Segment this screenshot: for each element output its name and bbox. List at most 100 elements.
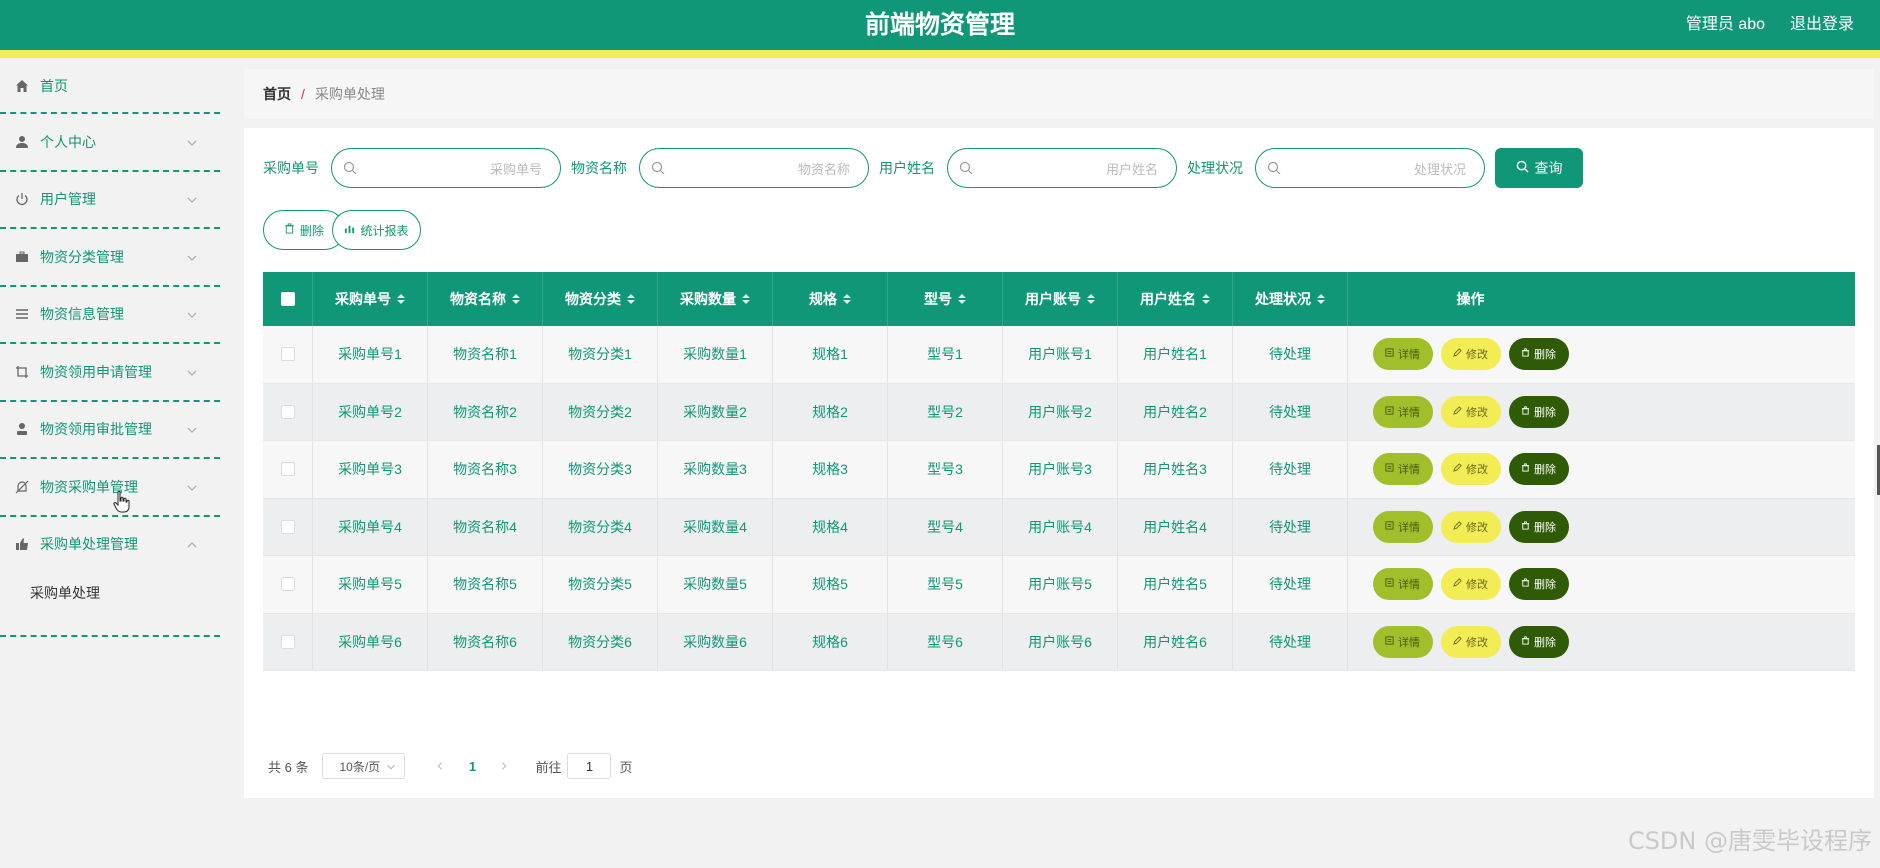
detail-button-label: 详情 [1398,464,1420,477]
sort-icon[interactable] [1202,294,1210,304]
delete-button[interactable]: 删除 [1508,510,1569,543]
document-icon [1385,578,1394,590]
delete-button[interactable]: 删除 [1508,568,1569,601]
column-header[interactable]: 处理状况 [1233,272,1348,326]
detail-button[interactable]: 详情 [1372,338,1433,371]
table-cell: 物资分类6 [543,613,658,670]
row-checkbox[interactable] [280,462,295,477]
sidebar-item-personal-center[interactable]: 个人中心 [0,114,220,172]
order-no-field[interactable] [362,155,542,183]
search-input-user-name[interactable] [947,148,1177,188]
edit-button[interactable]: 修改 [1440,338,1501,371]
chevron-down-icon [186,251,198,263]
purchase-order-table: 采购单号 物资名称 物资分类 采购数量 规格 型号 用户账号 用户姓名 处理状况 操作 采购单号1… [263,272,1855,671]
row-checkbox[interactable] [280,404,295,419]
table-cell: 采购数量3 [658,441,773,498]
sidebar-item-home[interactable]: 首页 [0,58,220,114]
page-number-current[interactable]: 1 [455,759,489,774]
detail-button[interactable]: 详情 [1372,453,1433,486]
detail-button[interactable]: 详情 [1372,510,1433,543]
thumb-up-icon [14,536,30,552]
table-cell: 采购单号4 [313,498,428,555]
search-input-status[interactable] [1255,148,1485,188]
table-row: 采购单号4 物资名称4 物资分类4 采购数量4 规格4 型号4 用户账号4 用户姓名4 待处理详… [263,498,1855,556]
detail-button[interactable]: 详情 [1372,625,1433,658]
hand-cursor-icon [112,490,132,514]
sort-icon[interactable] [958,294,966,304]
column-header-label: 物资名称 [450,291,506,307]
edit-button[interactable]: 修改 [1440,395,1501,428]
submenu-item-purchase-processing[interactable]: 采购单处理 [30,583,100,603]
sidebar-item-category-management[interactable]: 物资分类管理 [0,229,220,287]
table-cell: 物资名称2 [428,383,543,440]
delete-button[interactable]: 删除 [1508,453,1569,486]
sidebar-item-purchase-order[interactable]: 物资采购单管理 [0,459,220,517]
row-checkbox[interactable] [280,577,295,592]
row-checkbox[interactable] [280,347,295,362]
material-name-field[interactable] [670,155,850,183]
detail-button[interactable]: 详情 [1372,395,1433,428]
column-header[interactable]: 用户姓名 [1118,272,1233,326]
chevron-down-icon [386,761,396,771]
search-icon [651,161,665,175]
edit-button[interactable]: 修改 [1440,568,1501,601]
column-header[interactable]: 采购单号 [313,272,428,326]
search-input-material-name[interactable] [639,148,869,188]
sort-icon[interactable] [843,294,851,304]
detail-button-label: 详情 [1398,349,1420,362]
delete-button[interactable]: 删除 [1508,338,1569,371]
edit-button-label: 修改 [1466,406,1488,419]
status-field[interactable] [1286,155,1466,183]
table-cell: 用户账号3 [1003,441,1118,498]
column-header[interactable]: 物资名称 [428,272,543,326]
edit-button[interactable]: 修改 [1440,510,1501,543]
delete-button[interactable]: 删除 [1508,395,1569,428]
logout-link[interactable]: 退出登录 [1790,0,1854,50]
search-icon [343,161,357,175]
column-header[interactable]: 采购数量 [658,272,773,326]
table-cell: 物资名称3 [428,441,543,498]
sort-icon[interactable] [1317,294,1325,304]
sort-icon[interactable] [627,294,635,304]
table-cell: 规格4 [773,498,888,555]
search-input-order-no[interactable] [331,148,561,188]
table-cell: 规格6 [773,613,888,670]
sort-icon[interactable] [397,294,405,304]
statistics-report-button[interactable]: 统计报表 [332,210,421,250]
select-all-checkbox[interactable] [280,292,295,306]
pagination-total: 共 6 条 [268,759,309,775]
detail-button[interactable]: 详情 [1372,568,1433,601]
page-size-select[interactable]: 10条/页 [322,753,406,779]
sidebar-item-requisition-apply[interactable]: 物资领用申请管理 [0,344,220,402]
column-header[interactable]: 型号 [888,272,1003,326]
sort-icon[interactable] [1087,294,1095,304]
person-icon [14,421,30,437]
sidebar-item-purchase-processing[interactable]: 采购单处理管理 采购单处理 [0,517,220,637]
sidebar-item-requisition-approval[interactable]: 物资领用审批管理 [0,402,220,459]
row-checkbox[interactable] [280,519,295,534]
user-icon [14,134,30,150]
edit-button[interactable]: 修改 [1440,453,1501,486]
column-header[interactable]: 物资分类 [543,272,658,326]
prev-page-button[interactable] [425,759,455,774]
sidebar-item-user-management[interactable]: 用户管理 [0,172,220,229]
next-page-button[interactable] [489,759,519,774]
column-header[interactable]: 规格 [773,272,888,326]
delete-button-label: 删除 [1534,464,1556,477]
edit-button[interactable]: 修改 [1440,625,1501,658]
breadcrumb-home[interactable]: 首页 [263,84,291,104]
sort-icon[interactable] [742,294,750,304]
top-header: 前端物资管理 管理员 abo 退出登录 [0,0,1880,58]
query-button[interactable]: 查询 [1495,148,1583,188]
column-header[interactable]: 用户账号 [1003,272,1118,326]
goto-page-input[interactable] [567,753,612,779]
edit-button-label: 修改 [1466,521,1488,534]
table-cell: 用户姓名5 [1118,556,1233,613]
sort-icon[interactable] [512,294,520,304]
user-name-field[interactable] [978,155,1158,183]
delete-button[interactable]: 删除 [1508,625,1569,658]
table-cell: 采购数量6 [658,613,773,670]
trash-icon [1521,636,1530,648]
row-checkbox[interactable] [280,634,295,649]
sidebar-item-material-info[interactable]: 物资信息管理 [0,287,220,344]
